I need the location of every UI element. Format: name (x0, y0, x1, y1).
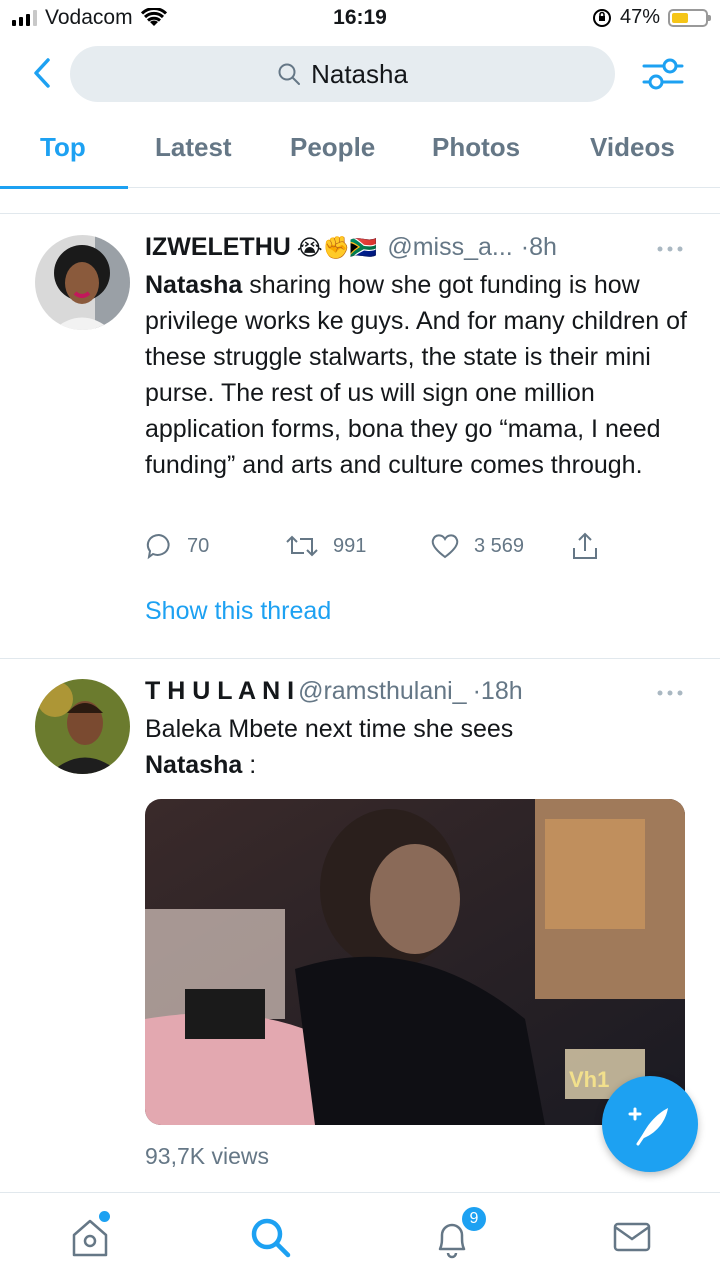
timestamp: 18h (480, 677, 523, 705)
tab-latest[interactable]: Latest (155, 132, 232, 163)
highlight-term: Natasha (145, 271, 243, 299)
search-tabs: Top Latest People Photos Videos (0, 118, 720, 189)
more-icon[interactable] (656, 689, 684, 697)
heart-icon (431, 534, 459, 559)
search-input[interactable]: Natasha (70, 46, 615, 102)
tweet-body-end: : (242, 751, 257, 779)
compose-button[interactable] (602, 1076, 698, 1172)
video-media[interactable]: Vh1 (145, 799, 685, 1125)
tab-videos[interactable]: Videos (590, 132, 675, 163)
avatar[interactable] (35, 679, 130, 774)
more-icon[interactable] (656, 245, 684, 253)
search-icon[interactable] (248, 1215, 292, 1259)
view-count: 93,7K views (145, 1143, 270, 1169)
search-query: Natasha (311, 58, 408, 89)
tweet-body: sharing how she got funding is how privi… (145, 271, 687, 479)
display-name[interactable]: IZWELETHU (145, 233, 291, 262)
divider (0, 189, 720, 214)
handle[interactable]: @ramsthulani_ (298, 677, 467, 706)
chevron-left-icon[interactable] (28, 56, 58, 90)
sliders-icon[interactable] (640, 54, 686, 94)
reply-icon (146, 533, 170, 560)
tab-people[interactable]: People (290, 132, 375, 163)
show-thread-link[interactable]: Show this thread (145, 597, 331, 626)
orientation-lock-icon (592, 8, 611, 27)
display-name[interactable]: T H U L A N I (145, 677, 294, 706)
name-emojis: 😭✊🇿🇦 (296, 234, 378, 260)
video-watermark: Vh1 (569, 1067, 610, 1092)
retweet-count: 991 (333, 534, 367, 557)
like-count: 3 569 (474, 534, 525, 557)
time-separator: · (472, 677, 481, 705)
tab-photos[interactable]: Photos (432, 132, 520, 163)
tweet-actions: 70 991 3 569 (145, 531, 600, 561)
avatar[interactable] (35, 235, 130, 330)
mail-icon[interactable] (610, 1215, 654, 1259)
tweet-body: Baleka Mbete next time she sees (145, 715, 514, 743)
share-icon[interactable] (570, 531, 600, 561)
time-separator: · (520, 233, 530, 261)
battery-percent: 47% (619, 6, 660, 28)
retweet-icon (286, 535, 318, 557)
search-icon (278, 63, 301, 85)
timestamp: 8h (529, 233, 557, 261)
reply-count: 70 (187, 534, 210, 557)
new-content-dot (99, 1211, 110, 1222)
tab-top[interactable]: Top (40, 132, 86, 163)
bottom-nav: 9 (0, 1192, 720, 1280)
status-bar: Vodacom 16:19 47% (0, 0, 720, 36)
handle[interactable]: @miss_a... (387, 233, 512, 262)
notifications-badge: 9 (460, 1205, 488, 1233)
tweet-text: Baleka Mbete next time she sees Natasha … (145, 711, 575, 783)
compose-feather-icon (628, 1107, 668, 1146)
search-header: Natasha (0, 44, 720, 104)
retweet-button[interactable]: 991 (285, 533, 430, 559)
reply-button[interactable]: 70 (145, 532, 285, 560)
tweet-text: Natasha sharing how she got funding is h… (145, 267, 690, 483)
like-button[interactable]: 3 569 (430, 532, 570, 560)
battery-icon (668, 8, 711, 27)
highlight-term: Natasha (145, 751, 243, 779)
tweet[interactable]: IZWELETHU 😭✊🇿🇦 @miss_a... · 8h Natasha s… (0, 215, 720, 658)
